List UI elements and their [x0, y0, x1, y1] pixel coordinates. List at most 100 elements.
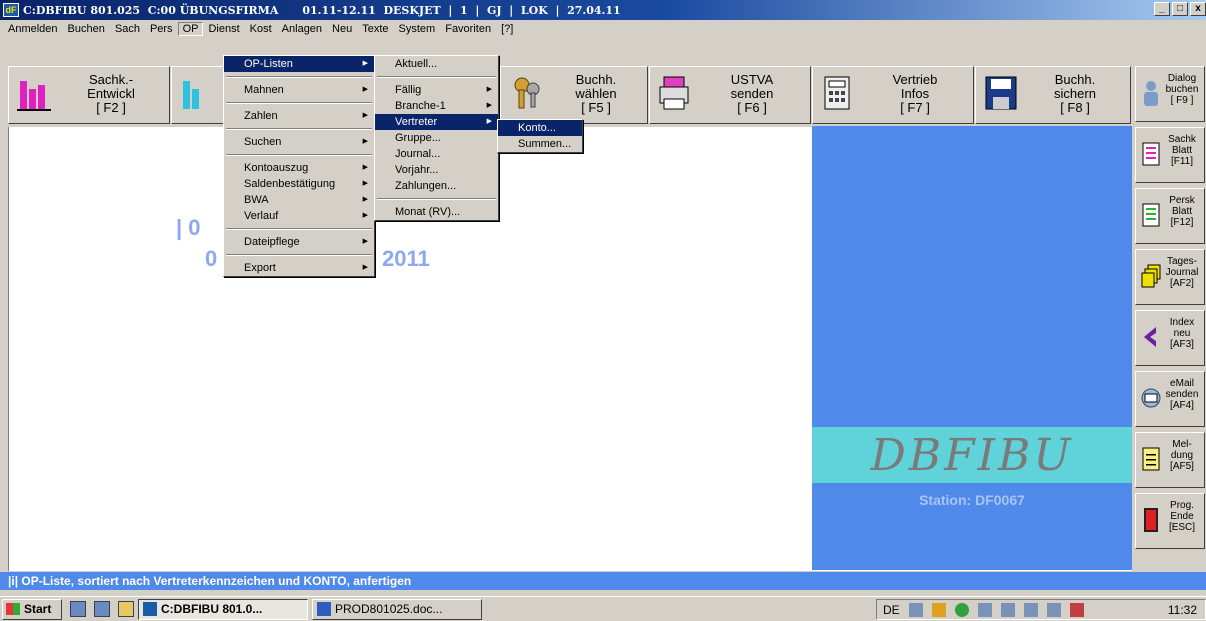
menu-item-label: Monat (RV)...	[395, 206, 461, 218]
op-listen-item-gruppe[interactable]: Gruppe...	[375, 130, 498, 146]
op-listen-item-zahlungen[interactable]: Zahlungen...	[375, 178, 498, 194]
op-menu-item-dateipflege[interactable]: Dateipflege ▶	[224, 234, 374, 250]
sidebar-button-index-neu[interactable]: Index neu [AF3]	[1135, 310, 1205, 366]
ledger-icon	[1142, 142, 1160, 166]
op-menu-item-zahlen[interactable]: Zahlen ▶	[224, 108, 374, 124]
op-menu-item-export[interactable]: Export ▶	[224, 260, 374, 276]
language-indicator[interactable]: DE	[883, 603, 900, 617]
op-listen-item-aktuell[interactable]: Aktuell...	[375, 56, 498, 72]
op-menu-item-op-listen[interactable]: OP-Listen ▶	[224, 56, 374, 72]
taskbar-item-label: PROD801025.doc...	[335, 602, 443, 616]
quicklaunch-icon[interactable]	[94, 601, 110, 617]
op-listen-item-branche-1[interactable]: Branche-1 ▶	[375, 98, 498, 114]
toolbar-button-buchh-sichern[interactable]: Buchh. sichern [ F8 ]	[975, 66, 1131, 124]
menu-item-label: Zahlen	[244, 110, 278, 122]
op-menu-item-saldenbestätigung[interactable]: Saldenbestätigung ▶	[224, 176, 374, 192]
menu-system[interactable]: System	[394, 22, 441, 36]
toolbar-button-buchh-waehlen[interactable]: Buchh. wählen [ F5 ]	[500, 66, 648, 124]
background-text: 2011	[382, 246, 430, 271]
start-button[interactable]: Start	[2, 598, 62, 620]
status-line: |i| OP-Liste, sortiert nach Vertreterken…	[0, 572, 1206, 590]
taskbar-item-dbfibu[interactable]: C:DBFIBU 801.0...	[138, 598, 308, 620]
menu-item-label: Kontoauszug	[244, 162, 309, 174]
menu-item-label: BWA	[244, 194, 269, 206]
menu-anlagen[interactable]: Anlagen	[277, 22, 327, 36]
op-menu-item-kontoauszug[interactable]: Kontoauszug ▶	[224, 160, 374, 176]
menu-help[interactable]: [?]	[496, 22, 518, 36]
op-listen-item-monat-rv[interactable]: Monat (RV)...	[375, 204, 498, 220]
tray-icon[interactable]	[1046, 602, 1061, 617]
minimize-button[interactable]: _	[1154, 2, 1170, 16]
toolbar: Sachk.- Entwickl [ F2 ] Buchh. wählen [ …	[8, 66, 1132, 126]
sidebar-button-tages-journal[interactable]: Tages- Journal [AF2]	[1135, 249, 1205, 305]
menu-op[interactable]: OP	[177, 22, 204, 36]
sidebar-button-email-senden[interactable]: eMail senden [AF4]	[1135, 371, 1205, 427]
flag-icon[interactable]	[977, 602, 992, 617]
sidebar-label: Index neu [AF3]	[1169, 317, 1195, 350]
sidebar-label: Dialog buchen [ F9 ]	[1165, 73, 1199, 106]
op-menu-item-bwa[interactable]: BWA ▶	[224, 192, 374, 208]
start-label: Start	[24, 602, 52, 616]
taskbar-item-word[interactable]: PROD801025.doc...	[312, 598, 482, 620]
menu-anmelden[interactable]: Anmelden	[3, 22, 63, 36]
sidebar-label: Persk Blatt [F12]	[1169, 195, 1195, 228]
op-listen-item-vertreter[interactable]: Vertreter ▶	[375, 114, 498, 130]
menu-item-label: Gruppe...	[395, 132, 441, 144]
vertreter-item-summen[interactable]: Summen...	[498, 136, 582, 152]
op-menu-item-suchen[interactable]: Suchen ▶	[224, 134, 374, 150]
maximize-button[interactable]: □	[1172, 2, 1188, 16]
sidebar-button-persk-blatt[interactable]: Persk Blatt [F12]	[1135, 188, 1205, 244]
menu-neu[interactable]: Neu	[327, 22, 357, 36]
quicklaunch-icon[interactable]	[70, 601, 86, 617]
menu-sach[interactable]: Sach	[110, 22, 145, 36]
menu-pers[interactable]: Pers	[145, 22, 178, 36]
speaker-muted-icon[interactable]	[1069, 602, 1084, 617]
menu-separator	[226, 154, 372, 156]
tray-icon[interactable]	[954, 602, 969, 617]
submenu-arrow-icon: ▶	[362, 264, 368, 271]
menu-separator	[226, 76, 372, 78]
close-button[interactable]: x	[1190, 2, 1206, 16]
menu-item-label: Suchen	[244, 136, 282, 148]
toolbar-button-ustva-senden[interactable]: USTVA senden [ F6 ]	[649, 66, 811, 124]
windows-logo-icon	[6, 603, 20, 615]
menu-item-label: Vorjahr...	[395, 164, 439, 176]
tray-icon[interactable]	[1023, 602, 1038, 617]
sidebar-button-dialog-buchen[interactable]: Dialog buchen [ F9 ]	[1135, 66, 1205, 122]
ledger-green-icon	[1142, 203, 1160, 227]
bar-chart-icon	[17, 81, 51, 111]
sidebar-button-meldung[interactable]: Mel- dung [AF5]	[1135, 432, 1205, 488]
toolbar-button-vertrieb-infos[interactable]: Vertrieb Infos [ F7 ]	[812, 66, 974, 124]
tray-icon[interactable]	[931, 602, 946, 617]
menu-item-label: Summen...	[518, 138, 572, 150]
clock: 11:32	[1167, 602, 1197, 617]
network-icon[interactable]	[1000, 602, 1015, 617]
op-listen-item-vorjahr[interactable]: Vorjahr...	[375, 162, 498, 178]
sidebar-button-sachk-blatt[interactable]: Sachk Blatt [F11]	[1135, 127, 1205, 183]
menu-item-label: Aktuell...	[395, 58, 438, 70]
op-menu-item-verlauf[interactable]: Verlauf ▶	[224, 208, 374, 224]
menu-item-label: Vertreter	[395, 116, 438, 128]
menu-texte[interactable]: Texte	[357, 22, 393, 36]
menu-separator	[226, 102, 372, 104]
tray-icon[interactable]	[908, 602, 923, 617]
toolbar-button-sachk-entwickl[interactable]: Sachk.- Entwickl [ F2 ]	[8, 66, 170, 124]
menu-kost[interactable]: Kost	[245, 22, 277, 36]
op-menu-item-mahnen[interactable]: Mahnen ▶	[224, 82, 374, 98]
app-icon[interactable]: dF	[3, 3, 19, 17]
menu-dienst[interactable]: Dienst	[203, 22, 244, 36]
op-listen-item-journal[interactable]: Journal...	[375, 146, 498, 162]
submenu-arrow-icon: ▶	[362, 238, 368, 245]
vertreter-item-konto[interactable]: Konto...	[498, 120, 582, 136]
op-listen-item-fällig[interactable]: Fällig ▶	[375, 82, 498, 98]
sidebar-button-prog-ende[interactable]: Prog. Ende [ESC]	[1135, 493, 1205, 549]
menu-item-label: OP-Listen	[244, 58, 293, 70]
submenu-arrow-icon: ▶	[362, 60, 368, 67]
menu-favoriten[interactable]: Favoriten	[440, 22, 496, 36]
menu-buchen[interactable]: Buchen	[63, 22, 110, 36]
bar-chart-icon	[183, 81, 199, 109]
right-sidebar: Dialog buchen [ F9 ] Sachk Blatt [F11] P…	[1134, 66, 1206, 571]
folder-icon[interactable]	[118, 601, 134, 617]
menu-item-label: Mahnen	[244, 84, 284, 96]
toolbar-label: Vertrieb Infos [ F7 ]	[892, 72, 938, 115]
